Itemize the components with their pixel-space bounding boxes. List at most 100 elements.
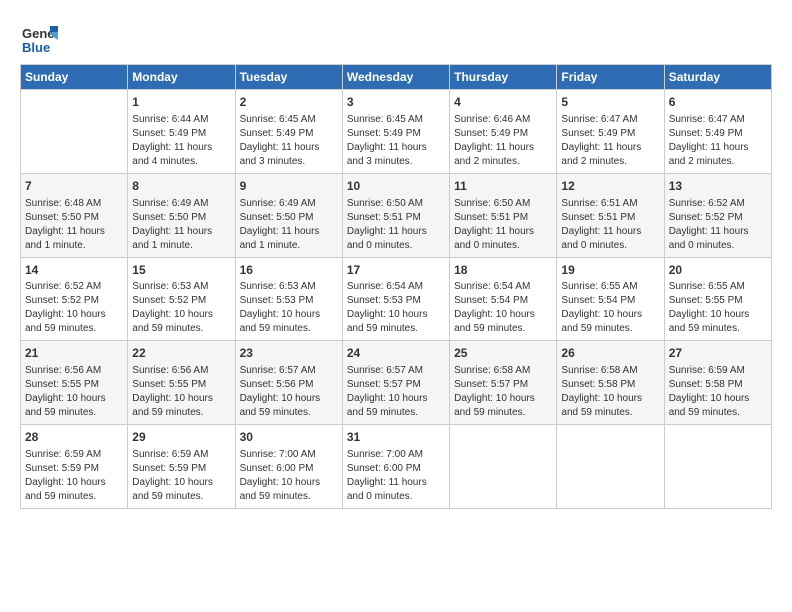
cell-content: 2Sunrise: 6:45 AMSunset: 5:49 PMDaylight… [240,94,338,169]
cell-line: Sunrise: 6:55 AM [669,280,767,294]
calendar-cell: 30Sunrise: 7:00 AMSunset: 6:00 PMDayligh… [235,425,342,509]
calendar-cell: 13Sunrise: 6:52 AMSunset: 5:52 PMDayligh… [664,173,771,257]
calendar-cell: 20Sunrise: 6:55 AMSunset: 5:55 PMDayligh… [664,257,771,341]
cell-line: and 1 minute. [240,239,338,253]
cell-line: Sunset: 5:57 PM [347,378,445,392]
cell-line: Sunrise: 6:58 AM [454,364,552,378]
day-number: 4 [454,94,552,111]
cell-line: and 59 minutes. [25,490,123,504]
cell-line: Sunrise: 6:55 AM [561,280,659,294]
calendar-table: SundayMondayTuesdayWednesdayThursdayFrid… [20,64,772,509]
calendar-cell: 5Sunrise: 6:47 AMSunset: 5:49 PMDaylight… [557,90,664,174]
calendar-cell: 11Sunrise: 6:50 AMSunset: 5:51 PMDayligh… [450,173,557,257]
cell-line: Sunrise: 6:57 AM [240,364,338,378]
cell-line: Daylight: 10 hours [454,308,552,322]
cell-line: and 0 minutes. [454,239,552,253]
cell-line: Sunset: 5:58 PM [669,378,767,392]
cell-line: Sunset: 5:51 PM [561,211,659,225]
day-number: 17 [347,262,445,279]
cell-line: Sunset: 5:49 PM [561,127,659,141]
cell-content: 28Sunrise: 6:59 AMSunset: 5:59 PMDayligh… [25,429,123,504]
calendar-week-3: 21Sunrise: 6:56 AMSunset: 5:55 PMDayligh… [21,341,772,425]
cell-line: and 59 minutes. [25,322,123,336]
cell-content: 16Sunrise: 6:53 AMSunset: 5:53 PMDayligh… [240,262,338,337]
cell-line: and 59 minutes. [132,406,230,420]
cell-line: Sunrise: 6:49 AM [132,197,230,211]
day-number: 6 [669,94,767,111]
day-number: 10 [347,178,445,195]
day-number: 23 [240,345,338,362]
cell-content: 5Sunrise: 6:47 AMSunset: 5:49 PMDaylight… [561,94,659,169]
cell-line: Sunset: 5:57 PM [454,378,552,392]
cell-line: Sunrise: 6:45 AM [347,113,445,127]
cell-content: 9Sunrise: 6:49 AMSunset: 5:50 PMDaylight… [240,178,338,253]
cell-line: Sunset: 5:52 PM [132,294,230,308]
cell-content: 14Sunrise: 6:52 AMSunset: 5:52 PMDayligh… [25,262,123,337]
day-number: 30 [240,429,338,446]
calendar-cell: 1Sunrise: 6:44 AMSunset: 5:49 PMDaylight… [128,90,235,174]
calendar-cell: 29Sunrise: 6:59 AMSunset: 5:59 PMDayligh… [128,425,235,509]
calendar-cell [664,425,771,509]
day-number: 20 [669,262,767,279]
cell-line: Sunrise: 6:50 AM [454,197,552,211]
cell-line: Daylight: 11 hours [132,225,230,239]
cell-line: and 1 minute. [132,239,230,253]
day-number: 16 [240,262,338,279]
calendar-cell [21,90,128,174]
calendar-week-2: 14Sunrise: 6:52 AMSunset: 5:52 PMDayligh… [21,257,772,341]
cell-line: Daylight: 10 hours [347,392,445,406]
calendar-week-4: 28Sunrise: 6:59 AMSunset: 5:59 PMDayligh… [21,425,772,509]
cell-line: and 59 minutes. [240,406,338,420]
cell-line: Sunrise: 6:59 AM [25,448,123,462]
cell-content: 6Sunrise: 6:47 AMSunset: 5:49 PMDaylight… [669,94,767,169]
cell-line: Daylight: 10 hours [240,476,338,490]
cell-line: Sunset: 5:49 PM [669,127,767,141]
cell-line: and 2 minutes. [669,155,767,169]
cell-line: Sunrise: 6:53 AM [240,280,338,294]
calendar-week-0: 1Sunrise: 6:44 AMSunset: 5:49 PMDaylight… [21,90,772,174]
cell-line: Sunset: 5:54 PM [454,294,552,308]
cell-line: Sunset: 5:53 PM [240,294,338,308]
cell-content: 17Sunrise: 6:54 AMSunset: 5:53 PMDayligh… [347,262,445,337]
calendar-cell: 12Sunrise: 6:51 AMSunset: 5:51 PMDayligh… [557,173,664,257]
cell-content: 3Sunrise: 6:45 AMSunset: 5:49 PMDaylight… [347,94,445,169]
svg-text:Blue: Blue [22,40,50,55]
cell-line: Daylight: 10 hours [669,308,767,322]
cell-line: Sunset: 5:51 PM [454,211,552,225]
day-number: 7 [25,178,123,195]
calendar-cell: 3Sunrise: 6:45 AMSunset: 5:49 PMDaylight… [342,90,449,174]
cell-content: 31Sunrise: 7:00 AMSunset: 6:00 PMDayligh… [347,429,445,504]
cell-line: and 1 minute. [25,239,123,253]
cell-line: Daylight: 11 hours [25,225,123,239]
cell-line: and 59 minutes. [132,322,230,336]
day-number: 21 [25,345,123,362]
page-container: General Blue SundayMondayTuesdayWednesda… [0,0,792,519]
cell-line: Daylight: 10 hours [25,308,123,322]
cell-line: Daylight: 11 hours [132,141,230,155]
cell-line: and 59 minutes. [240,490,338,504]
column-header-sunday: Sunday [21,65,128,90]
cell-line: and 59 minutes. [454,406,552,420]
cell-line: Sunrise: 6:47 AM [561,113,659,127]
cell-content: 26Sunrise: 6:58 AMSunset: 5:58 PMDayligh… [561,345,659,420]
calendar-cell: 2Sunrise: 6:45 AMSunset: 5:49 PMDaylight… [235,90,342,174]
cell-line: Daylight: 10 hours [25,392,123,406]
cell-content: 21Sunrise: 6:56 AMSunset: 5:55 PMDayligh… [25,345,123,420]
cell-content: 23Sunrise: 6:57 AMSunset: 5:56 PMDayligh… [240,345,338,420]
cell-line: Sunset: 5:50 PM [132,211,230,225]
cell-line: Sunrise: 6:57 AM [347,364,445,378]
column-header-tuesday: Tuesday [235,65,342,90]
cell-line: Sunrise: 6:53 AM [132,280,230,294]
calendar-cell: 8Sunrise: 6:49 AMSunset: 5:50 PMDaylight… [128,173,235,257]
day-number: 13 [669,178,767,195]
cell-line: Sunset: 5:59 PM [132,462,230,476]
calendar-cell: 4Sunrise: 6:46 AMSunset: 5:49 PMDaylight… [450,90,557,174]
cell-line: Daylight: 10 hours [454,392,552,406]
cell-line: Daylight: 10 hours [561,392,659,406]
day-number: 24 [347,345,445,362]
cell-line: Daylight: 11 hours [669,141,767,155]
column-header-wednesday: Wednesday [342,65,449,90]
cell-line: and 59 minutes. [454,322,552,336]
cell-line: Daylight: 11 hours [669,225,767,239]
calendar-week-1: 7Sunrise: 6:48 AMSunset: 5:50 PMDaylight… [21,173,772,257]
